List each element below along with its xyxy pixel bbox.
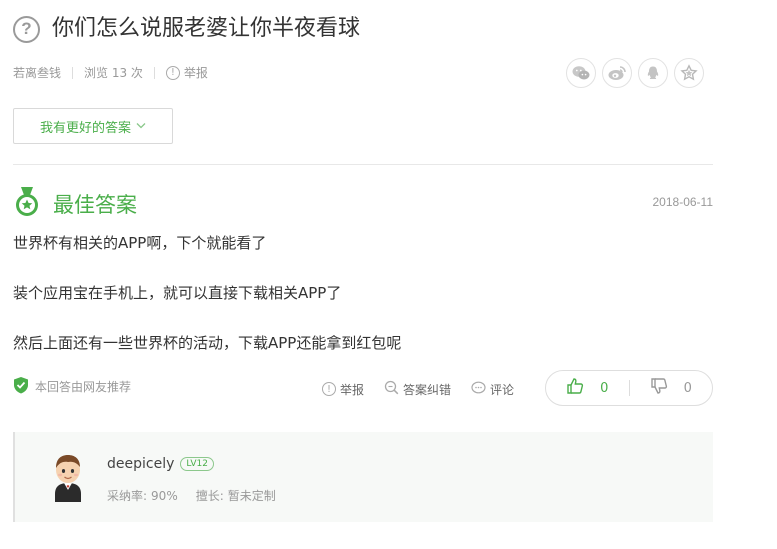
wechat-icon[interactable] bbox=[566, 58, 596, 88]
answer-paragraph: 装个应用宝在手机上，就可以直接下载相关APP了 bbox=[13, 284, 342, 302]
chevron-down-icon bbox=[136, 121, 146, 132]
weibo-icon[interactable] bbox=[602, 58, 632, 88]
vote-box: 0 0 bbox=[545, 370, 713, 406]
user-name[interactable]: deepicely bbox=[107, 456, 174, 472]
thumbs-down-icon bbox=[650, 377, 668, 399]
specialty-value: 暂未定制 bbox=[227, 489, 276, 503]
upvote-count: 0 bbox=[600, 380, 609, 396]
answer-body: 世界杯有相关的APP啊，下个就能看了 装个应用宝在手机上，就可以直接下载相关AP… bbox=[13, 233, 713, 353]
thumbs-up-icon bbox=[566, 377, 584, 399]
answer-paragraph: 世界杯有相关的APP啊，下个就能看了 bbox=[13, 234, 267, 252]
recommendation-label: 本回答由网友推荐 bbox=[35, 380, 132, 394]
recommendation-note: 本回答由网友推荐 bbox=[13, 376, 131, 397]
adopt-rate-label: 采纳率: bbox=[107, 489, 148, 503]
alert-icon: ! bbox=[322, 382, 336, 396]
correct-answer-link[interactable]: 答案纠错 bbox=[384, 380, 451, 398]
shield-check-icon bbox=[13, 376, 29, 397]
view-count: 浏览 13 次 bbox=[84, 66, 143, 80]
downvote-button[interactable]: 0 bbox=[630, 377, 713, 399]
better-answer-button[interactable]: 我有更好的答案 bbox=[13, 108, 173, 144]
report-label: 举报 bbox=[183, 66, 208, 80]
question-header: ? 你们怎么说服老婆让你半夜看球 bbox=[13, 14, 360, 44]
user-stats: 采纳率: 90% 擅长: 暂未定制 bbox=[107, 487, 294, 504]
adopt-rate: 采纳率: 90% bbox=[107, 487, 178, 504]
alert-icon: ! bbox=[165, 65, 180, 80]
answerer-card: deepicely LV12 采纳率: 90% 擅长: 暂未定制 bbox=[13, 432, 713, 522]
answer-paragraph: 然后上面还有一些世界杯的活动，下载APP还能拿到红包呢 bbox=[13, 334, 402, 352]
report-answer-link[interactable]: ! 举报 bbox=[322, 381, 364, 398]
question-title: 你们怎么说服老婆让你半夜看球 bbox=[52, 16, 361, 41]
specialty: 擅长: 暂未定制 bbox=[196, 487, 276, 504]
comment-link[interactable]: 评论 bbox=[471, 381, 514, 398]
divider bbox=[153, 66, 155, 79]
user-name-row: deepicely LV12 bbox=[107, 456, 215, 472]
medal-icon bbox=[13, 186, 41, 222]
specialty-label: 擅长: bbox=[195, 489, 224, 503]
best-answer-header: 最佳答案 bbox=[13, 186, 137, 222]
favorite-icon[interactable] bbox=[674, 58, 704, 88]
answer-date: 2018-06-11 bbox=[652, 195, 714, 209]
answer-actions: ! 举报 答案纠错 评论 bbox=[322, 380, 534, 398]
report-answer-label: 举报 bbox=[340, 382, 365, 397]
qq-icon[interactable] bbox=[638, 58, 668, 88]
upvote-button[interactable]: 0 bbox=[546, 377, 629, 399]
question-mark-icon: ? bbox=[13, 15, 40, 43]
divider bbox=[72, 66, 74, 79]
report-question-link[interactable]: ! 举报 bbox=[165, 64, 208, 81]
best-answer-title: 最佳答案 bbox=[53, 193, 137, 217]
comment-label: 评论 bbox=[490, 382, 515, 397]
magnifier-icon bbox=[384, 380, 399, 398]
level-badge: LV12 bbox=[180, 457, 215, 471]
section-divider bbox=[13, 164, 713, 165]
adopt-rate-value: 90% bbox=[151, 489, 178, 503]
author-link[interactable]: 若离叁钱 bbox=[13, 64, 61, 81]
correct-answer-label: 答案纠错 bbox=[403, 382, 452, 397]
downvote-count: 0 bbox=[683, 380, 692, 396]
avatar[interactable] bbox=[45, 450, 91, 502]
better-answer-label: 我有更好的答案 bbox=[39, 120, 131, 136]
share-bar bbox=[566, 58, 704, 88]
comment-icon bbox=[471, 381, 486, 398]
question-meta: 若离叁钱 浏览 13 次 ! 举报 bbox=[13, 64, 208, 81]
